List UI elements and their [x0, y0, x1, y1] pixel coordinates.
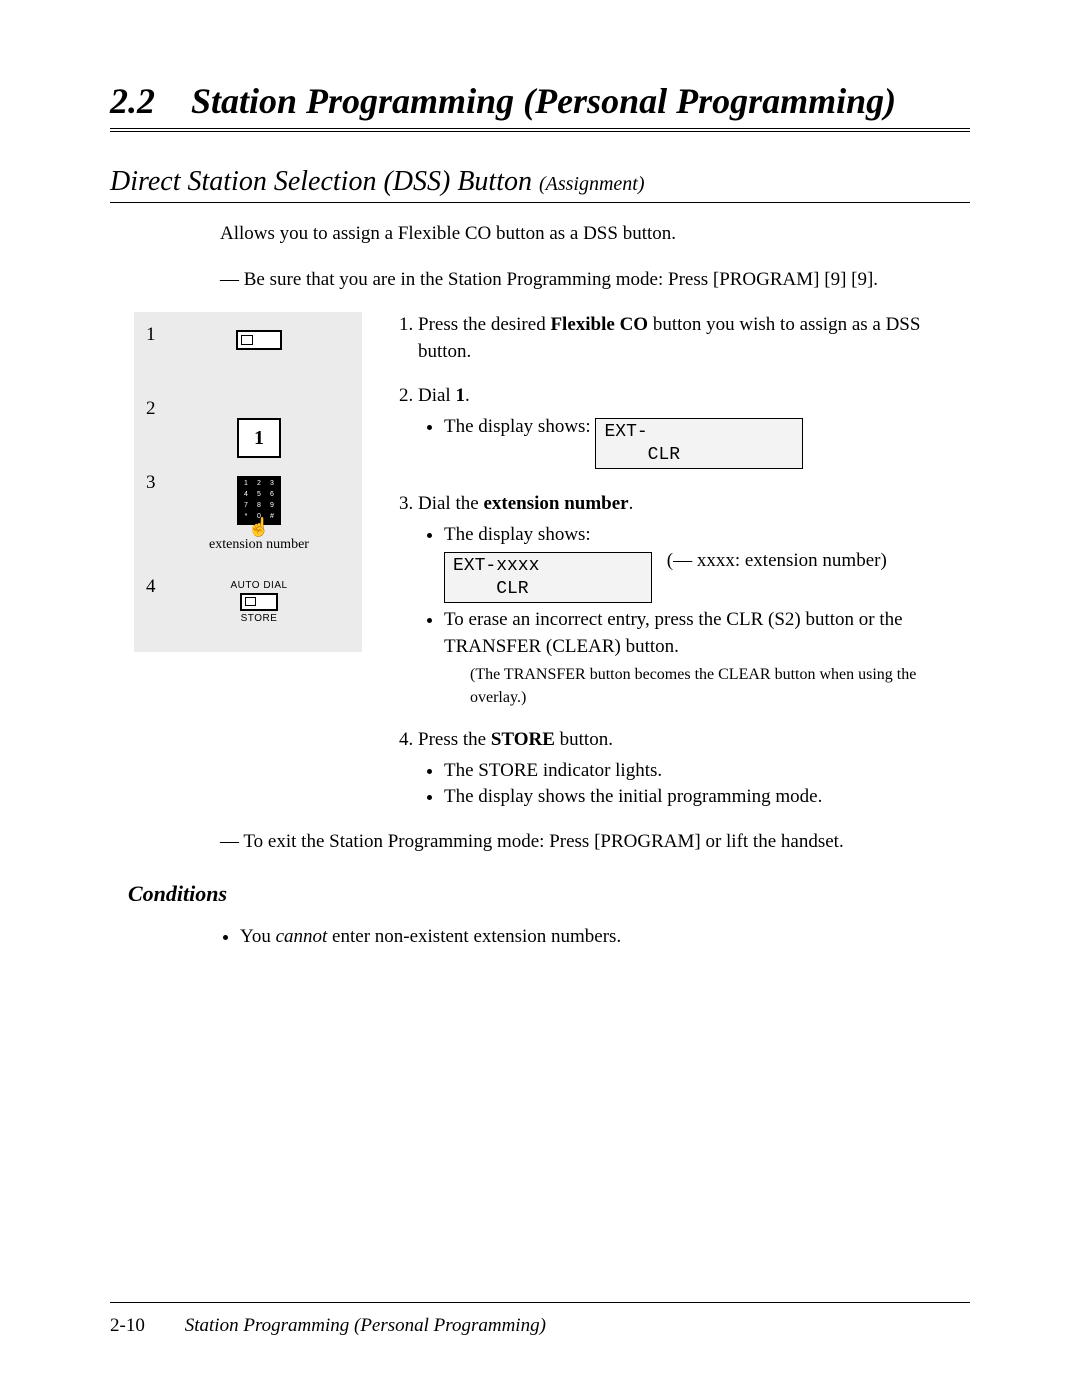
side-step-2: 2 1 — [146, 398, 350, 458]
keypad-key: 2 — [253, 479, 265, 489]
step-3-note: (— xxxx: extension number) — [667, 550, 887, 571]
keypad-key: 1 — [240, 479, 252, 489]
keypad-key: 9 — [266, 501, 278, 511]
condition-text-b: enter non-existent extension numbers. — [327, 926, 621, 947]
step-2-text-a: Dial — [418, 385, 455, 406]
display-box-2: EXT-xxxx CLR — [444, 552, 652, 603]
body-row: 1 2 1 3 1 2 3 4 5 — [110, 312, 970, 829]
display-box-1: EXT- CLR — [595, 418, 803, 469]
condition-text-a: You — [240, 926, 276, 947]
step-1-bold: Flexible CO — [550, 314, 648, 335]
page: 2.2 Station Programming (Personal Progra… — [0, 0, 1080, 1397]
step-3-bullet-2: To erase an incorrect entry, press the C… — [444, 607, 970, 709]
key-1-icon: 1 — [168, 398, 350, 458]
intro-text: Allows you to assign a Flexible CO butto… — [220, 221, 970, 247]
footer-title: Station Programming (Personal Programmin… — [185, 1315, 546, 1336]
side-step-2-num: 2 — [146, 398, 168, 420]
step-3-overlay-note: (The TRANSFER button becomes the CLEAR b… — [470, 664, 970, 709]
step-1-text-a: Press the desired — [418, 314, 550, 335]
subsection-title-main: Direct Station Selection (DSS) Button — [110, 166, 532, 197]
keypad-key: 5 — [253, 490, 265, 500]
section-number: 2.2 — [110, 81, 155, 121]
subsection-heading: Direct Station Selection (DSS) Button (A… — [110, 166, 970, 203]
step-4: Press the STORE button. The STORE indica… — [418, 727, 970, 811]
step-4-bullet-2: The display shows the initial programmin… — [444, 784, 970, 811]
page-number: 2-10 — [110, 1315, 180, 1337]
step-4-bullet-1: The STORE indicator lights. — [444, 758, 970, 785]
step-2-text-b: . — [465, 385, 470, 406]
step-2: Dial 1. The display shows: EXT- CLR — [418, 383, 970, 473]
store-button-icon: AUTO DIAL STORE — [168, 580, 350, 624]
side-step-4-num: 4 — [146, 576, 168, 598]
section-title-text: Station Programming (Personal Programmin… — [191, 81, 896, 121]
heading-rule — [110, 128, 970, 132]
side-step-3-num: 3 — [146, 472, 168, 494]
conditions-list: You cannot enter non-existent extension … — [240, 926, 970, 948]
section-heading: 2.2 Station Programming (Personal Progra… — [110, 80, 970, 122]
autodial-label: AUTO DIAL — [230, 580, 287, 591]
co-button-icon — [168, 324, 350, 350]
store-label: STORE — [241, 613, 278, 624]
step-3: Dial the extension number. The display s… — [418, 491, 970, 709]
key-1-label: 1 — [237, 418, 281, 458]
subsection-title-small: (Assignment) — [539, 173, 645, 195]
step-3-text-a: Dial the — [418, 493, 483, 514]
step-3-text-b: . — [629, 493, 634, 514]
keypad-icon: 1 2 3 4 5 6 7 8 9 * 0 # ☝ extension n — [168, 476, 350, 553]
condition-item: You cannot enter non-existent extension … — [240, 926, 970, 948]
step-4-text-b: button. — [555, 729, 613, 750]
keypad-key: 7 — [240, 501, 252, 511]
step-1: Press the desired Flexible CO button you… — [418, 312, 970, 365]
keypad-key: 6 — [266, 490, 278, 500]
step-2-bullet: The display shows: EXT- CLR — [444, 414, 970, 473]
step-3-erase-text: To erase an incorrect entry, press the C… — [444, 609, 903, 657]
keypad-key: 8 — [253, 501, 265, 511]
side-step-4: 4 AUTO DIAL STORE — [146, 576, 350, 636]
keypad-key: 3 — [266, 479, 278, 489]
side-step-1-num: 1 — [146, 324, 168, 346]
step-3-bullet-1: The display shows: EXT-xxxx CLR (— xxxx:… — [444, 522, 970, 608]
side-step-1: 1 — [146, 324, 350, 384]
exit-note: — To exit the Station Programming mode: … — [220, 829, 970, 855]
step-3-bullet-text: The display shows: — [444, 524, 591, 545]
conditions-heading: Conditions — [128, 881, 970, 907]
side-step-3: 3 1 2 3 4 5 6 7 8 9 * 0 # — [146, 472, 350, 562]
precheck-text: — Be sure that you are in the Station Pr… — [220, 267, 970, 293]
step-3-bold: extension number — [483, 493, 628, 514]
step-2-bold: 1 — [455, 385, 465, 406]
keypad-key: 4 — [240, 490, 252, 500]
steps-column: Press the desired Flexible CO button you… — [362, 312, 970, 829]
step-sidebar: 1 2 1 3 1 2 3 4 5 — [134, 312, 362, 652]
step-2-bullet-text: The display shows: — [444, 416, 591, 437]
step-4-bold: STORE — [491, 729, 555, 750]
hand-icon: ☝ — [248, 523, 270, 531]
condition-italic: cannot — [276, 926, 328, 947]
page-footer: 2-10 Station Programming (Personal Progr… — [110, 1302, 970, 1337]
keypad-label: extension number — [209, 537, 309, 553]
step-4-text-a: Press the — [418, 729, 491, 750]
